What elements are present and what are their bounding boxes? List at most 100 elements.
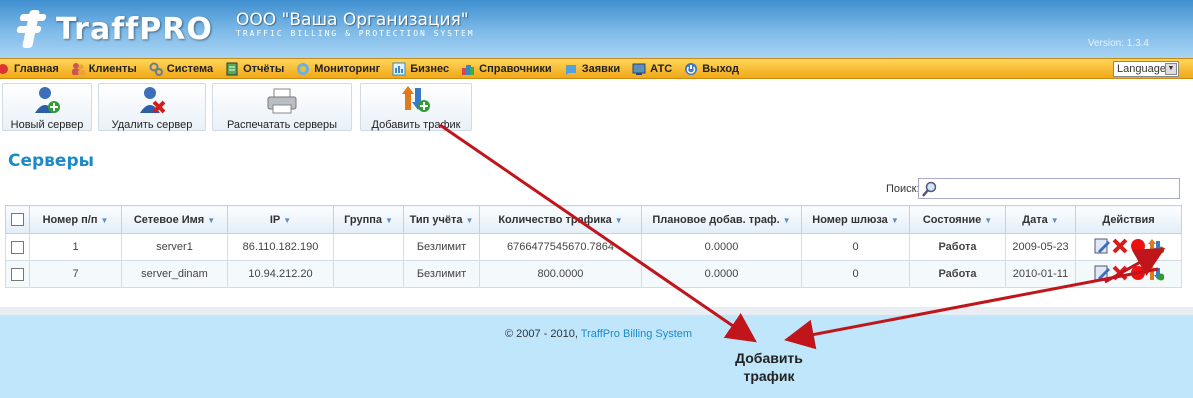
cell-traffic: 6766477545670.7864 [479, 233, 642, 261]
delete-user-icon [99, 84, 205, 114]
cell-ip: 10.94.212.20 [227, 260, 334, 288]
row-checkbox[interactable] [5, 233, 30, 261]
monitoring-icon [296, 62, 310, 76]
cell-date: 2010-01-11 [1005, 260, 1076, 288]
main-menu: Главная Клиенты Система Отчёты Мониторин… [0, 58, 1193, 79]
nav-home[interactable]: Главная [0, 62, 59, 76]
tagline: TRAFFIC BILLING & PROTECTION SYSTEM [236, 29, 475, 38]
chevron-down-icon: ▼ [1165, 63, 1177, 75]
logo-mark-icon [14, 8, 48, 50]
logo-text: TraffPRO [56, 11, 213, 47]
add-traffic-icon[interactable] [1147, 238, 1164, 257]
cell-name: server1 [121, 233, 228, 261]
column-header[interactable]: Номер п/п ▼ [29, 205, 122, 234]
version-label: Version: 1.3.4 [1087, 38, 1149, 49]
edit-icon[interactable] [1094, 265, 1110, 284]
page-title: Серверы [8, 151, 95, 171]
column-header[interactable]: Группа ▼ [333, 205, 404, 234]
cell-type: Безлимит [403, 233, 480, 261]
cell-actions [1075, 260, 1182, 288]
row-checkbox[interactable] [5, 260, 30, 288]
pbx-icon [632, 62, 646, 76]
search-input[interactable] [918, 178, 1180, 199]
nav-requests[interactable]: Заявки [564, 62, 620, 76]
cell-planned: 0.0000 [641, 260, 802, 288]
block-icon[interactable] [1130, 238, 1146, 257]
cell-num: 1 [29, 233, 122, 261]
column-header[interactable]: Номер шлюза ▼ [801, 205, 910, 234]
delete-server-button[interactable]: Удалить сервер [98, 83, 206, 131]
cell-planned: 0.0000 [641, 233, 802, 261]
edit-icon[interactable] [1094, 238, 1110, 257]
cell-group [333, 260, 404, 288]
organization-name: ООО "Ваша Организация" [236, 10, 469, 30]
column-header[interactable]: Тип учёта ▼ [403, 205, 480, 234]
cell-gateway: 0 [801, 233, 910, 261]
search-label: Поиск: [886, 183, 920, 195]
cell-traffic: 800.0000 [479, 260, 642, 288]
column-header[interactable]: Сетевое Имя ▼ [121, 205, 228, 234]
annotation-callout: Добавить трафик [735, 350, 803, 384]
printer-icon [213, 84, 351, 114]
sort-icon: ▼ [614, 215, 623, 225]
add-traffic-icon [361, 84, 471, 114]
sort-icon: ▼ [283, 215, 292, 225]
nav-system[interactable]: Система [149, 62, 213, 76]
table-row[interactable]: 7 server_dinam 10.94.212.20 Безлимит 800… [5, 260, 1182, 288]
search-icon [922, 181, 938, 200]
delete-icon[interactable] [1112, 238, 1128, 257]
logo: TraffPRO [14, 8, 213, 50]
delete-icon[interactable] [1112, 265, 1128, 284]
sort-icon: ▼ [1050, 215, 1059, 225]
column-header[interactable]: Плановое добав. траф. ▼ [641, 205, 802, 234]
table-row[interactable]: 1 server1 86.110.182.190 Безлимит 676647… [5, 233, 1182, 261]
nav-monitoring[interactable]: Мониторинг [296, 62, 380, 76]
column-header[interactable]: Дата ▼ [1005, 205, 1076, 234]
copyright: © 2007 - 2010, TraffPro Billing System [505, 328, 693, 340]
nav-reference[interactable]: Справочники [461, 62, 552, 76]
nav-business[interactable]: Бизнес [392, 62, 449, 76]
reference-icon [461, 62, 475, 76]
nav-reports[interactable]: Отчёты [225, 62, 284, 76]
sort-icon: ▼ [465, 215, 474, 225]
column-header[interactable]: Состояние ▼ [909, 205, 1006, 234]
gears-icon [149, 62, 163, 76]
print-servers-button[interactable]: Распечатать серверы [212, 83, 352, 131]
column-header[interactable]: IP ▼ [227, 205, 334, 234]
cell-actions [1075, 233, 1182, 261]
add-traffic-button[interactable]: Добавить трафик [360, 83, 472, 131]
select-all-checkbox[interactable] [5, 205, 30, 234]
power-icon [684, 62, 698, 76]
copyright-link[interactable]: TraffPro Billing System [581, 328, 692, 340]
cell-num: 7 [29, 260, 122, 288]
users-icon [71, 62, 85, 76]
new-server-button[interactable]: Новый сервер [2, 83, 92, 131]
cell-date: 2009-05-23 [1005, 233, 1076, 261]
cell-group [333, 233, 404, 261]
table-header-row: Номер п/п ▼ Сетевое Имя ▼ IP ▼ Группа ▼ Тип … [5, 205, 1182, 234]
status-badge: Работа [909, 233, 1006, 261]
status-badge: Работа [909, 260, 1006, 288]
sort-icon: ▼ [100, 215, 109, 225]
cell-ip: 86.110.182.190 [227, 233, 334, 261]
column-header[interactable]: Количество трафика ▼ [479, 205, 642, 234]
block-icon[interactable] [1130, 265, 1146, 284]
sort-icon: ▼ [207, 215, 216, 225]
sort-icon: ▼ [782, 215, 791, 225]
cell-type: Безлимит [403, 260, 480, 288]
add-traffic-icon[interactable] [1147, 265, 1164, 284]
app-header: TraffPRO ООО "Ваша Организация" TRAFFIC … [0, 0, 1193, 58]
language-select[interactable]: Language ▼ [1113, 61, 1179, 77]
nav-clients[interactable]: Клиенты [71, 62, 137, 76]
sort-icon: ▼ [385, 215, 393, 225]
add-user-icon [3, 84, 91, 114]
cell-gateway: 0 [801, 260, 910, 288]
business-icon [392, 62, 406, 76]
footer-divider [0, 307, 1193, 315]
nav-pbx[interactable]: АТС [632, 62, 672, 76]
cell-name: server_dinam [121, 260, 228, 288]
servers-table: Номер п/п ▼ Сетевое Имя ▼ IP ▼ Группа ▼ Тип … [5, 205, 1182, 288]
toolbar: Новый сервер Удалить сервер Распечатать … [0, 80, 1193, 132]
nav-exit[interactable]: Выход [684, 62, 739, 76]
requests-icon [564, 62, 578, 76]
